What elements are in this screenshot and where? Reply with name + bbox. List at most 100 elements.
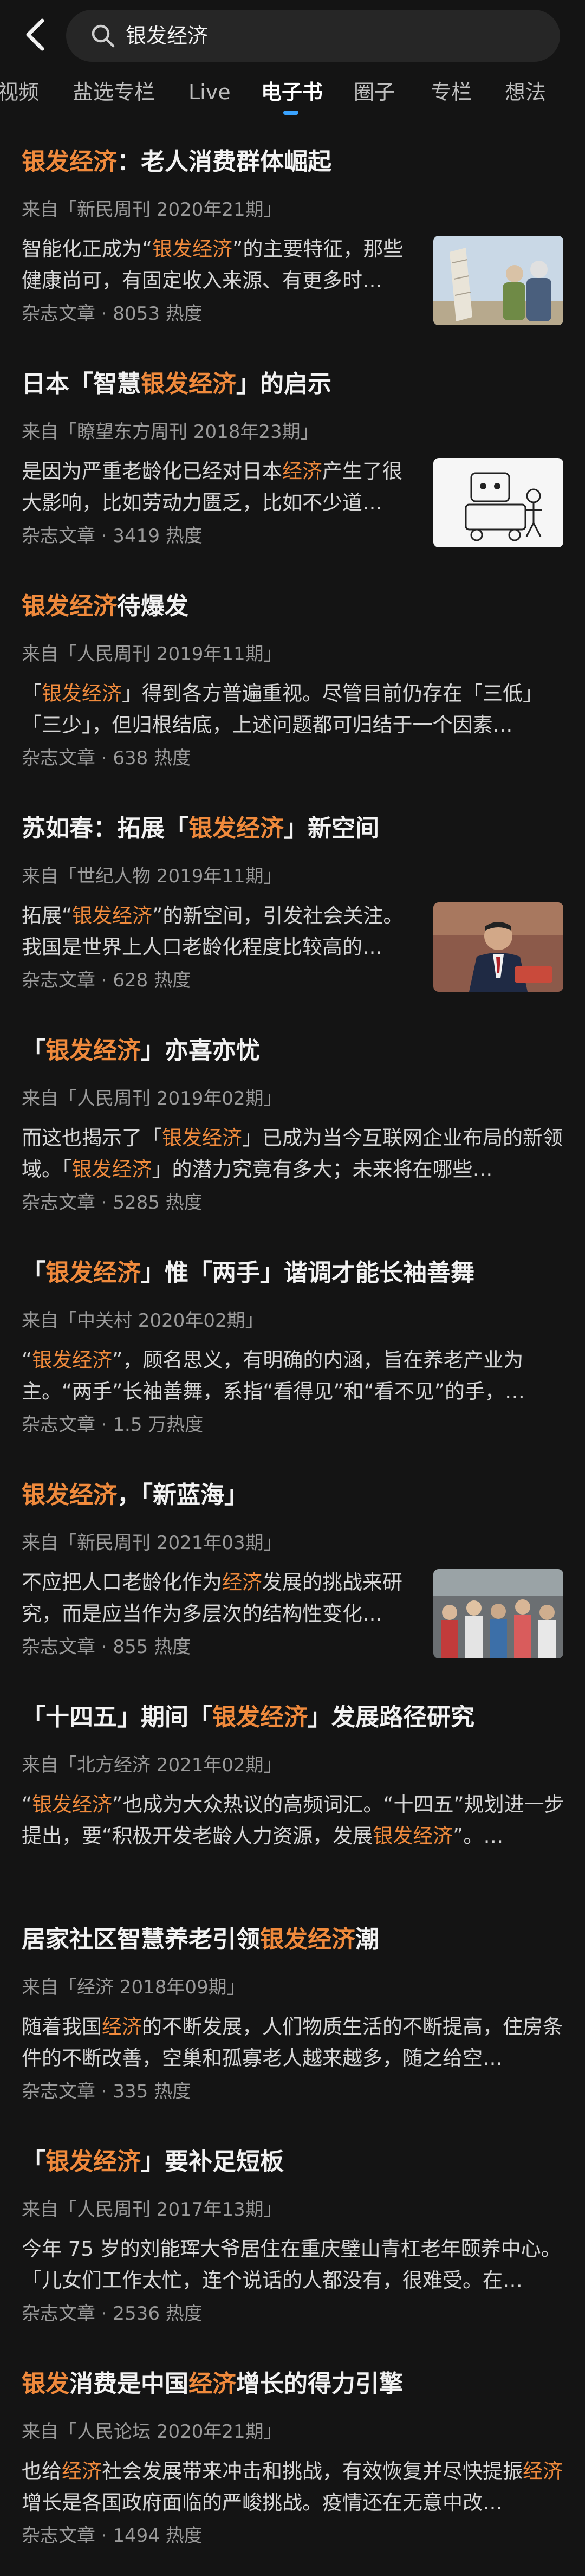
keyword-highlight: 银发经济 [46,1259,141,1287]
back-button[interactable] [21,15,53,54]
text-run: 拓展“ [22,904,73,927]
result-snippet: “银发经济”也成为大众热议的高频词汇。“十四五”规划进一步提出，要“积极开发老龄… [22,1789,569,1852]
text-run: “ [22,1348,32,1372]
keyword-highlight: 经济 [62,2459,102,2483]
elderly-couple-photo [433,236,563,325]
keyword-highlight: 经济 [188,2370,236,2398]
text-run: 不应把人口老龄化作为 [22,1571,222,1594]
keyword-highlight: 经济 [222,1571,262,1594]
result-snippet: 也给经济社会发展带来冲击和挑战，有效恢复并尽快提振经济增长是各国政府面临的严峻挑… [22,2456,569,2519]
result-snippet: 而这也揭示了「银发经济」已成为当今互联网企业布局的新领域。「银发经济」的潜力究竟… [22,1122,569,1185]
keyword-highlight: 银发经济 [162,1126,242,1150]
text-run: ，「新蓝海」 [117,1481,248,1509]
tab-ebook[interactable]: 电子书 [261,76,323,108]
result-meta: 杂志文章 · 3419 热度 [22,525,203,547]
keyword-highlight: 银发经济 [22,148,117,176]
result-title: 银发经济，「新蓝海」 [22,1479,569,1512]
result-source: 来自「经济 2018年09期」 [22,1977,245,1998]
keyword-highlight: 银发经济 [22,1481,117,1509]
result-source: 来自「人民周刊 2019年02期」 [22,1088,282,1109]
result-title: 「银发经济」惟「两手」谐调才能长袖善舞 [22,1257,569,1289]
result-item[interactable]: 银发消费是中国经济增长的得力引擎 来自「人民论坛 2020年21期」 也给经济社… [0,2349,585,2576]
text-run: 」新空间 [284,815,379,842]
result-meta: 杂志文章 · 8053 热度 [22,303,203,325]
text-run: 社会发展带来冲击和挑战，有效恢复并尽快提振 [102,2459,523,2483]
keyword-highlight: 银发经济 [141,370,236,398]
result-snippet: 智能化正成为“银发经济”的主要特征，那些健康尚可，有固定收入来源、有更多时… [22,234,420,296]
result-item[interactable]: 银发经济：老人消费群体崛起 来自「新民周刊 2020年21期」 智能化正成为“银… [0,127,585,350]
text-run: 增长是各国政府面临的严峻挑战。疫情还在无意中改… [22,2491,503,2514]
result-item[interactable]: 银发经济，「新蓝海」 来自「新民周刊 2021年03期」 不应把人口老龄化作为经… [0,1461,585,1683]
result-source: 来自「新民周刊 2021年03期」 [22,1532,282,1554]
result-item[interactable]: 「银发经济」惟「两手」谐调才能长袖善舞 来自「中关村 2020年02期」 “ 银发… [0,1238,585,1461]
keyword-highlight: 银发经济 [72,904,153,927]
text-run: 」要补足短板 [141,2148,284,2175]
result-meta: 杂志文章 · 628 热度 [22,970,191,991]
tab-circle[interactable]: 圈子 [354,76,395,108]
tab-video[interactable]: 视频 [0,76,39,108]
result-thumbnail [433,458,563,547]
result-title: 「银发经济」要补足短板 [22,2146,569,2178]
keyword-highlight: 经济 [282,460,322,483]
result-meta: 杂志文章 · 5285 热度 [22,1192,203,1213]
tab-column[interactable]: 专栏 [431,76,472,108]
keyword-highlight: 经济 [523,2459,563,2483]
search-query: 银发经济 [126,24,209,48]
crowd-photo [433,1569,563,1658]
result-item[interactable]: 「十四五」期间「银发经济」发展路径研究 来自「北方经济 2021年02期」 “银… [0,1683,585,1905]
text-run: 」亦喜亦忧 [141,1037,260,1064]
result-item[interactable]: 苏如春：拓展「银发经济」新空间 来自「世纪人物 2019年11期」 拓展“银发经… [0,794,585,1016]
text-run: ”。… [453,1824,504,1848]
text-run: 待爆发 [117,592,188,620]
keyword-highlight: 银发经济 [188,815,284,842]
result-snippet: 随着我国经济的不断发展，人们物质生活的不断提高，住房条件的不断改善，空巢和孤寡老… [22,2011,569,2074]
text-run: 随着我国 [22,2015,102,2038]
man-speaking-photo [433,902,563,992]
search-input[interactable]: 银发经济 [66,10,560,62]
result-thumbnail [433,1569,563,1658]
tab-yanxuan-column[interactable]: 盐选专栏 [73,76,155,108]
text-run: 消费是中国 [69,2370,188,2398]
result-meta: 杂志文章 · 1494 热度 [22,2525,203,2547]
result-title: 居家社区智慧养老引领银发经济潮 [22,1923,569,1956]
result-source: 来自「人民周刊 2019年11期」 [22,643,282,665]
result-item[interactable]: 「银发经济」要补足短板 来自「人民周刊 2017年13期」 今年 75 岁的刘能… [0,2127,585,2349]
search-icon [92,24,115,48]
tab-thoughts[interactable]: 想法 [505,76,546,108]
result-item[interactable]: 银发经济 待爆发 来自「人民周刊 2019年11期」 「银发经济」得到各方普遍重视… [0,572,585,794]
result-title: 苏如春：拓展「银发经济」新空间 [22,812,569,845]
text-run: 也给 [22,2459,62,2483]
tab-live[interactable]: Live [188,76,231,108]
result-source: 来自「中关村 2020年02期」 [22,1310,264,1332]
text-run: 是因为严重老龄化已经对日本 [22,460,282,483]
text-run: 」的启示 [236,370,332,398]
result-thumbnail [433,902,563,992]
result-item[interactable]: 日本「智慧银发经济」的启示 来自「瞭望东方周刊 2018年23期」 是因为严重老… [0,350,585,572]
text-run: 「 [22,682,42,705]
result-meta: 杂志文章 · 638 热度 [22,747,191,769]
keyword-highlight: 经济 [102,2015,142,2038]
result-snippet: 今年 75 岁的刘能珲大爷居住在重庆璧山青杠老年颐养中心。「儿女们工作太忙，连个… [22,2233,569,2296]
category-tabs: 视频 盐选专栏 Live 电子书 圈子 专栏 想法 [0,69,585,124]
text-run: ：老人消费群体崛起 [117,148,332,176]
text-run: 苏如春：拓展「 [22,815,188,842]
result-snippet: 「银发经济」得到各方普遍重视。尽管目前仍存在「三低」「三少」，但归根结底，上述问… [22,678,569,741]
keyword-highlight: 银发 [22,2370,69,2398]
result-title: 「十四五」期间「银发经济」发展路径研究 [22,1701,569,1734]
keyword-highlight: 银发经济 [152,237,233,261]
keyword-highlight: 银发经济 [212,1703,308,1731]
result-title: 银发经济：老人消费群体崛起 [22,146,569,178]
result-meta: 杂志文章 · 335 热度 [22,2081,191,2102]
text-run: 」惟「两手」谐调才能长袖善舞 [141,1259,474,1287]
robot-illustration [433,458,563,547]
result-item[interactable]: 「银发经济 」亦喜亦忧 来自「人民周刊 2019年02期」 而这也揭示了「银发经济… [0,1016,585,1238]
back-arrow-icon [26,18,44,51]
keyword-highlight: 银发经济 [42,682,122,705]
result-meta: 杂志文章 · 855 热度 [22,1636,191,1658]
search-header: 银发经济 视频 盐选专栏 Live 电子书 圈子 专栏 想法 [0,0,585,127]
result-item[interactable]: 居家社区智慧养老引领银发经济潮 来自「经济 2018年09期」 随着我国经济的不… [0,1905,585,2127]
keyword-highlight: 银发经济 [46,2148,141,2175]
text-run: 「 [22,1037,46,1064]
text-run: 智能化正成为“ [22,237,153,261]
result-source: 来自「人民论坛 2020年21期」 [22,2421,282,2443]
